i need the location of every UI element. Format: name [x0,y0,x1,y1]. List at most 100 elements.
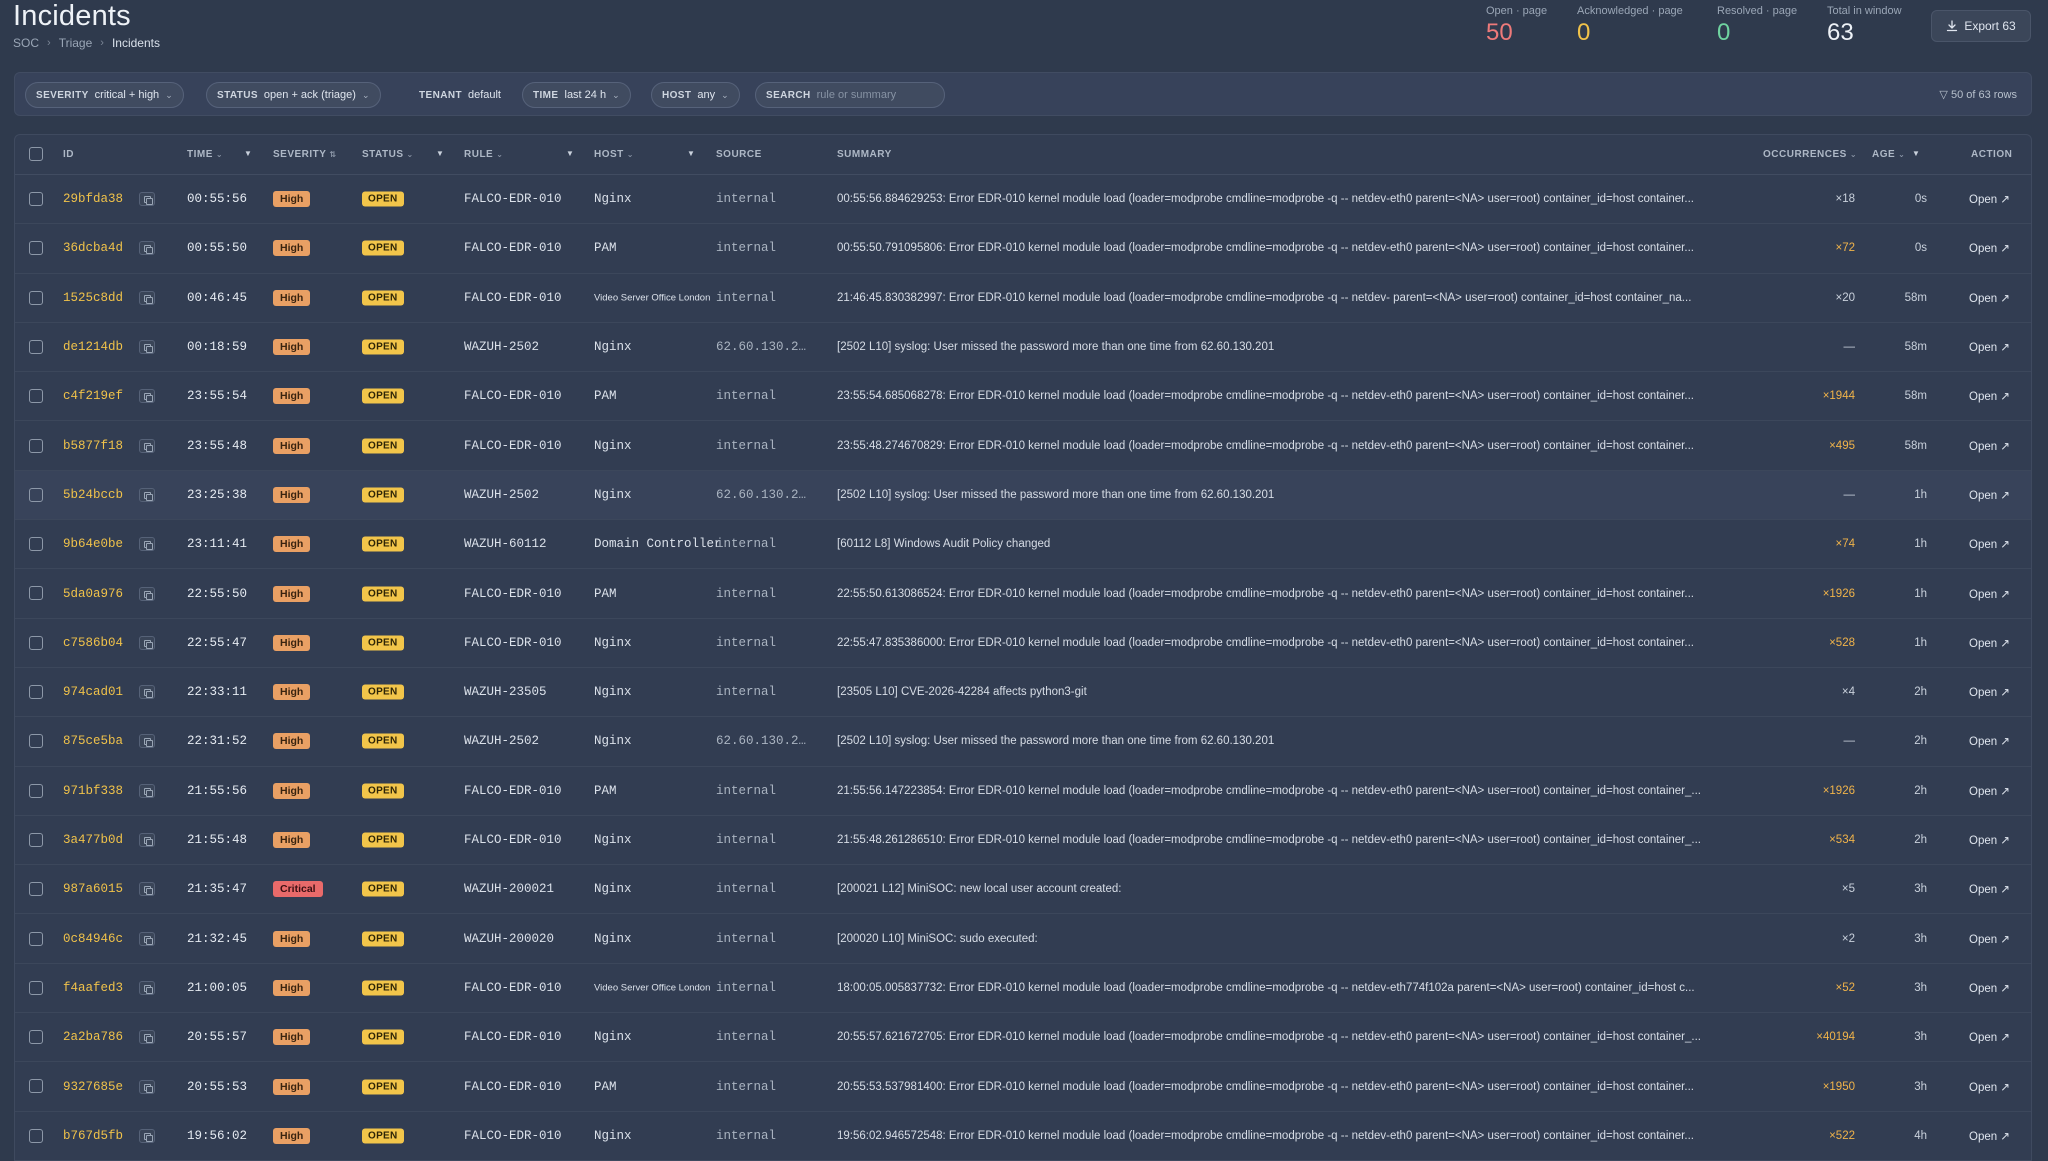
copy-icon[interactable] [139,685,155,700]
table-row[interactable]: 2a2ba786 20:55:57 High OPEN FALCO-EDR-010 Ngi… [15,1013,2031,1063]
incident-id[interactable]: 36dcba4d [63,241,123,255]
status-badge[interactable]: OPEN [362,487,404,503]
incident-id[interactable]: 9327685e [63,1080,123,1094]
table-row[interactable]: c7586b04 22:55:47 High OPEN FALCO-EDR-010 Ngi… [15,619,2031,668]
table-row[interactable]: b767d5fb 19:56:02 High OPEN FALCO-EDR-010 Ngi… [15,1112,2031,1160]
row-checkbox[interactable] [29,1030,43,1045]
row-checkbox[interactable] [29,241,43,256]
status-badge[interactable]: OPEN [362,832,404,848]
column-filter-icon[interactable]: ▼ [566,149,574,158]
column-filter-icon[interactable]: ▼ [687,149,695,158]
export-button[interactable]: Export 63 [1931,10,2031,42]
table-row[interactable]: 5da0a976 22:55:50 High OPEN FALCO-EDR-010 PAM… [15,569,2031,619]
copy-icon[interactable] [139,882,155,897]
incident-id[interactable]: 0c84946c [63,932,123,946]
incident-id[interactable]: b5877f18 [63,439,123,453]
row-checkbox[interactable] [29,882,43,897]
status-badge[interactable]: OPEN [362,980,404,996]
column-filter-icon[interactable]: ▼ [1912,149,1920,158]
incident-id[interactable]: de1214db [63,340,123,354]
column-header-time[interactable]: TIME ⌄ [187,149,223,160]
column-header-severity[interactable]: SEVERITY ⇅ [273,149,337,160]
open-incident-link[interactable]: Open ↗ [1969,291,2010,305]
status-badge[interactable]: OPEN [362,1128,404,1144]
table-row[interactable]: 9327685e 20:55:53 High OPEN FALCO-EDR-010 PAM… [15,1062,2031,1112]
open-incident-link[interactable]: Open ↗ [1969,340,2010,354]
copy-icon[interactable] [139,931,155,946]
open-incident-link[interactable]: Open ↗ [1969,241,2010,255]
copy-icon[interactable] [139,487,155,502]
incident-id[interactable]: f4aafed3 [63,981,123,995]
row-checkbox[interactable] [29,537,43,552]
row-checkbox[interactable] [29,389,43,404]
open-incident-link[interactable]: Open ↗ [1969,784,2010,798]
row-checkbox[interactable] [29,487,43,502]
table-row[interactable]: 971bf338 21:55:56 High OPEN FALCO-EDR-010 PAM… [15,767,2031,816]
row-checkbox[interactable] [29,783,43,798]
table-row[interactable]: 1525c8dd 00:46:45 High OPEN FALCO-EDR-010 Vid… [15,274,2031,323]
breadcrumb-triage[interactable]: Triage [59,36,93,50]
copy-icon[interactable] [139,734,155,749]
row-checkbox[interactable] [29,339,43,354]
incident-id[interactable]: 29bfda38 [63,192,123,206]
row-checkbox[interactable] [29,931,43,946]
copy-icon[interactable] [139,1128,155,1143]
incident-id[interactable]: 9b64e0be [63,537,123,551]
status-badge[interactable]: OPEN [362,635,404,651]
copy-icon[interactable] [139,192,155,207]
status-badge[interactable]: OPEN [362,733,404,749]
incident-id[interactable]: c4f219ef [63,389,123,403]
column-filter-icon[interactable]: ▼ [244,149,252,158]
column-header-id[interactable]: ID [63,149,74,160]
status-badge[interactable]: OPEN [362,684,404,700]
status-badge[interactable]: OPEN [362,931,404,947]
incident-id[interactable]: b767d5fb [63,1129,123,1143]
row-checkbox[interactable] [29,832,43,847]
column-header-rule[interactable]: RULE ⌄ [464,149,503,160]
column-header-host[interactable]: HOST ⌄ [594,149,634,160]
status-badge[interactable]: OPEN [362,191,404,207]
copy-icon[interactable] [139,438,155,453]
open-incident-link[interactable]: Open ↗ [1969,636,2010,650]
select-all-checkbox[interactable] [29,147,43,161]
copy-icon[interactable] [139,833,155,848]
incident-id[interactable]: 5b24bccb [63,488,123,502]
copy-icon[interactable] [139,980,155,995]
copy-icon[interactable] [139,389,155,404]
table-row[interactable]: 3a477b0d 21:55:48 High OPEN FALCO-EDR-010 Ngi… [15,816,2031,866]
status-badge[interactable]: OPEN [362,339,404,355]
open-incident-link[interactable]: Open ↗ [1969,882,2010,896]
column-header-age[interactable]: AGE ⌄ [1872,149,1905,160]
copy-icon[interactable] [139,783,155,798]
open-incident-link[interactable]: Open ↗ [1969,389,2010,403]
open-incident-link[interactable]: Open ↗ [1969,439,2010,453]
status-badge[interactable]: OPEN [362,1029,404,1045]
incident-id[interactable]: 974cad01 [63,685,123,699]
table-row[interactable]: f4aafed3 21:00:05 High OPEN FALCO-EDR-010 Vid… [15,964,2031,1014]
row-checkbox[interactable] [29,192,43,206]
row-checkbox[interactable] [29,734,43,749]
incident-id[interactable]: 875ce5ba [63,734,123,748]
filter-time[interactable]: TIME last 24 h ⌄ [522,82,631,108]
row-checkbox[interactable] [29,290,43,305]
status-badge[interactable]: OPEN [362,1079,404,1095]
table-row[interactable]: 5b24bccb 23:25:38 High OPEN WAZUH-2502 Nginx 6… [15,470,2031,521]
column-header-occurrences[interactable]: OCCURRENCES ⌄ [1763,149,1857,160]
open-incident-link[interactable]: Open ↗ [1969,734,2010,748]
open-incident-link[interactable]: Open ↗ [1969,685,2010,699]
filter-tenant[interactable]: TENANT default [408,82,512,108]
table-row[interactable]: c4f219ef 23:55:54 High OPEN FALCO-EDR-010 PAM… [15,372,2031,422]
copy-icon[interactable] [139,1030,155,1045]
table-row[interactable]: 29bfda38 00:55:56 High OPEN FALCO-EDR-010 Ngi… [15,175,2031,225]
table-row[interactable]: 0c84946c 21:32:45 High OPEN WAZUH-200020 Ngin… [15,915,2031,964]
table-row[interactable]: 9b64e0be 23:11:41 High OPEN WAZUH-60112 Domai… [15,520,2031,570]
copy-icon[interactable] [139,537,155,552]
copy-icon[interactable] [139,290,155,305]
incident-id[interactable]: 5da0a976 [63,587,123,601]
filter-status[interactable]: STATUS open + ack (triage) ⌄ [206,82,381,108]
table-row[interactable]: 36dcba4d 00:55:50 High OPEN FALCO-EDR-010 PAM… [15,224,2031,274]
table-row[interactable]: de1214db 00:18:59 High OPEN WAZUH-2502 Nginx 6… [15,323,2031,373]
row-checkbox[interactable] [29,1079,43,1094]
incident-id[interactable]: 2a2ba786 [63,1030,123,1044]
status-badge[interactable]: OPEN [362,586,404,602]
